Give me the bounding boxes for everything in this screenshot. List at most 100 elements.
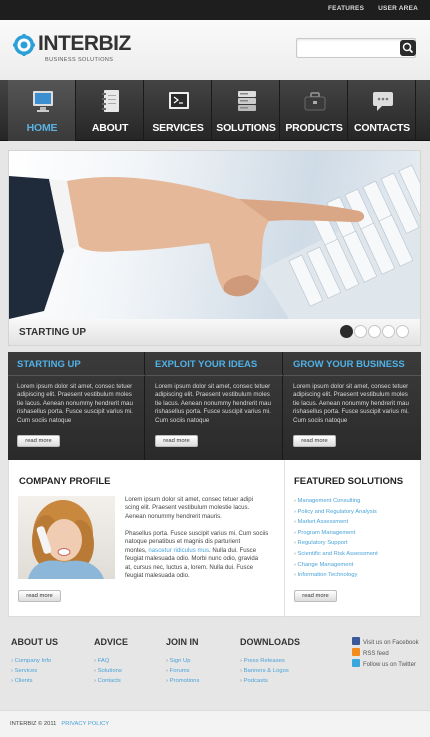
notebook-icon [102, 90, 119, 112]
footer-link[interactable]: Contacts [94, 676, 122, 686]
content-panel: COMPANY PROFILE Lorem ipsum dolor sit am… [8, 460, 421, 617]
site-header: INTERBIZ BUSINESS SOLUTIONS [0, 20, 430, 80]
slider-dot[interactable] [340, 325, 353, 338]
rss-icon [352, 648, 360, 656]
feature-box: STARTING UP Lorem ipsum dolor sit amet, … [8, 352, 145, 460]
footer-link[interactable]: FAQ [94, 656, 122, 666]
feature-title: STARTING UP [17, 359, 81, 370]
footer-link[interactable]: Banners & Logos [240, 666, 289, 676]
twitter-link[interactable]: Follow us on Twitter [352, 659, 419, 670]
chat-icon [373, 92, 393, 111]
footer-col-title: JOIN IN [166, 637, 199, 647]
footer-links: Sign Up Forums Promotions [166, 656, 200, 686]
footer-link[interactable]: Clients [11, 676, 51, 686]
read-more-button[interactable]: read more [17, 435, 60, 447]
site-footer: ABOUT US Company Info Services Clients A… [0, 625, 430, 709]
social-links: Visit us on Facebook RSS feed Follow us … [352, 637, 419, 670]
nav-item-products[interactable]: PRODUCTS [280, 80, 348, 141]
server-icon [238, 91, 256, 111]
bottom-bar: INTERBIZ © 2011 PRIVACY POLICY [0, 710, 430, 737]
feature-title: EXPLOIT YOUR IDEAS [155, 359, 258, 370]
monitor-icon [33, 91, 53, 112]
divider [284, 375, 421, 376]
divider [8, 375, 145, 376]
nav-label-home: HOME [26, 122, 58, 134]
feature-text: Lorem ipsum dolor sit amet, consec tetue… [17, 383, 133, 424]
facebook-link[interactable]: Visit us on Facebook [352, 637, 419, 648]
profile-photo [18, 496, 115, 579]
list-item[interactable]: Market Assessment [294, 517, 378, 528]
list-item[interactable]: Policy and Regulatory Analysis [294, 507, 378, 518]
list-item[interactable]: Change Management [294, 560, 378, 571]
nav-item-services[interactable]: SERVICES [144, 80, 212, 141]
feature-box: EXPLOIT YOUR IDEAS Lorem ipsum dolor sit… [146, 352, 283, 460]
nav-item-contacts[interactable]: CONTACTS [348, 80, 416, 141]
nav-label-about: ABOUT [91, 122, 129, 134]
list-item[interactable]: Management Consulting [294, 496, 378, 507]
footer-links: Press Releases Banners & Logos Podcasts [240, 656, 289, 686]
featured-solutions-title: FEATURED SOLUTIONS [294, 476, 404, 487]
user-area-link[interactable]: USER AREA [378, 5, 418, 12]
feature-text: Lorem ipsum dolor sit amet, consec tetue… [293, 383, 409, 424]
nav-label-solutions: SOLUTIONS [216, 122, 276, 134]
solutions-list: Management Consulting Policy and Regulat… [294, 496, 378, 581]
search-box[interactable] [296, 38, 416, 58]
profile-paragraph-1: Lorem ipsum dolor sit amet, consec tetue… [125, 496, 254, 520]
slider-dot[interactable] [354, 325, 367, 338]
list-item[interactable]: Information Technology [294, 570, 378, 581]
slide-caption: STARTING UP [19, 327, 87, 338]
read-more-button[interactable]: read more [18, 590, 61, 602]
footer-link[interactable]: Press Releases [240, 656, 289, 666]
footer-link[interactable]: Sign Up [166, 656, 199, 666]
privacy-policy-link[interactable]: PRIVACY POLICY [61, 721, 109, 727]
nav-label-contacts: CONTACTS [354, 122, 410, 134]
list-item[interactable]: Program Management [294, 528, 378, 539]
logo-text[interactable]: INTERBIZ [38, 33, 131, 55]
nav-item-about[interactable]: ABOUT [76, 80, 144, 141]
footer-link[interactable]: Solutions [94, 666, 122, 676]
slider-dot[interactable] [396, 325, 409, 338]
feature-box: GROW YOUR BUSINESS Lorem ipsum dolor sit… [284, 352, 421, 460]
slider-caption-bar: STARTING UP [9, 319, 420, 345]
footer-links: Company Info Services Clients [11, 656, 52, 686]
footer-col-title: DOWNLOADS [240, 637, 300, 647]
gear-logo-icon [13, 34, 35, 56]
divider [146, 375, 283, 376]
main-nav: HOME ABOUT SERVICES SOLUTIONS PRODUCTS C… [0, 80, 430, 141]
footer-link[interactable]: Forums [166, 666, 199, 676]
list-item[interactable]: Scientific and Risk Assessment [294, 549, 378, 560]
features-panel: STARTING UP Lorem ipsum dolor sit amet, … [8, 352, 421, 460]
top-bar: FEATURES USER AREA [0, 0, 430, 20]
footer-link[interactable]: Promotions [166, 676, 200, 686]
nav-item-home[interactable]: HOME [8, 80, 76, 141]
feature-text: Lorem ipsum dolor sit amet, consec tetue… [155, 383, 271, 424]
slider-dot[interactable] [368, 325, 381, 338]
slider-dot[interactable] [382, 325, 395, 338]
copyright: INTERBIZ © 2011 PRIVACY POLICY [10, 721, 110, 727]
read-more-button[interactable]: read more [294, 590, 337, 602]
briefcase-icon [304, 92, 326, 111]
facebook-icon [352, 637, 360, 645]
rss-link[interactable]: RSS feed [352, 648, 419, 659]
hero-slider: STARTING UP [8, 150, 421, 346]
footer-link[interactable]: Podcasts [240, 676, 289, 686]
top-links: FEATURES USER AREA [316, 5, 418, 12]
search-icon [402, 42, 414, 54]
footer-col-title: ABOUT US [11, 637, 58, 647]
features-link[interactable]: FEATURES [328, 5, 364, 12]
company-profile-title: COMPANY PROFILE [19, 476, 111, 487]
hero-image [9, 151, 420, 319]
footer-link[interactable]: Services [11, 666, 51, 676]
inline-link[interactable]: nascetur ridiculus mus [148, 547, 209, 554]
nav-label-products: PRODUCTS [285, 122, 343, 134]
search-button[interactable] [400, 40, 416, 56]
read-more-button[interactable]: read more [155, 435, 198, 447]
slider-pagination [340, 325, 410, 343]
footer-col-title: ADVICE [94, 637, 129, 647]
list-item[interactable]: Regulatory Support [294, 538, 378, 549]
read-more-button[interactable]: read more [293, 435, 336, 447]
nav-item-solutions[interactable]: SOLUTIONS [212, 80, 280, 141]
footer-link[interactable]: Company Info [11, 656, 52, 666]
twitter-icon [352, 659, 360, 667]
divider [284, 460, 285, 617]
